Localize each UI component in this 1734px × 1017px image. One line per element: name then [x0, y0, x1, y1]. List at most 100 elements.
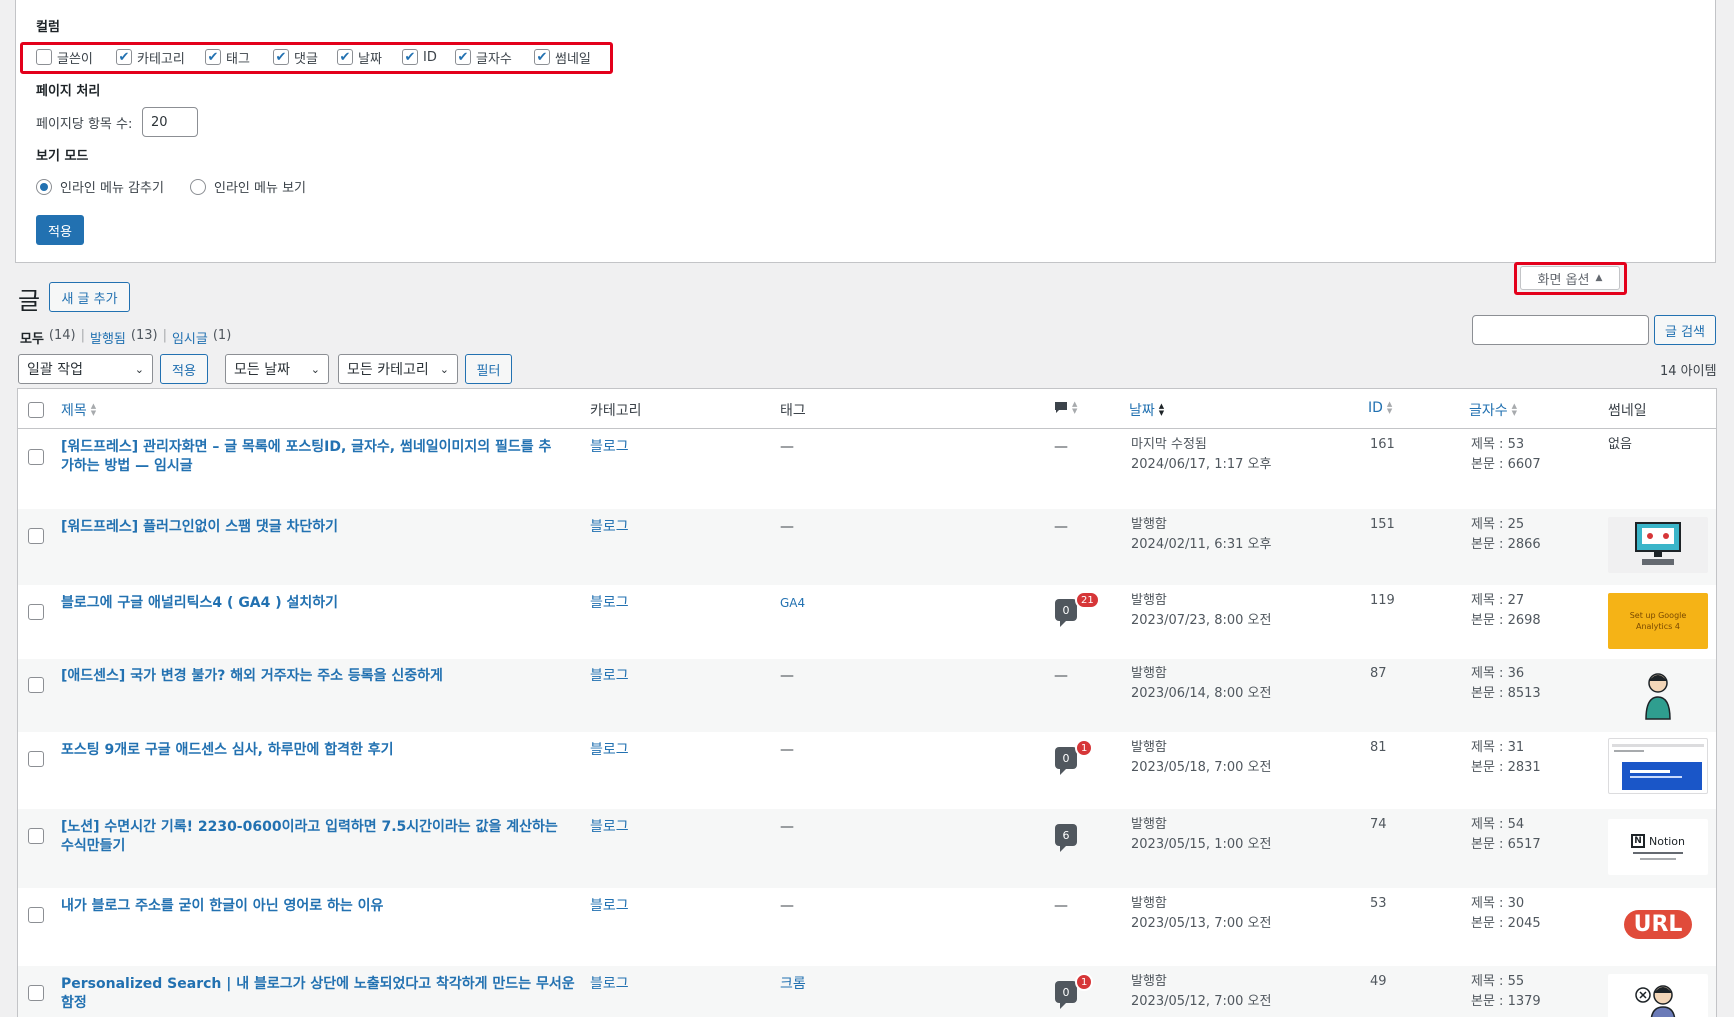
search-posts-button[interactable]: 글 검색	[1654, 315, 1716, 345]
checkbox-char-count[interactable]: ✔	[455, 49, 471, 65]
column-option-id[interactable]: ✔ ID	[402, 47, 437, 67]
column-option-author[interactable]: 글쓴이	[36, 47, 93, 67]
checkbox-category[interactable]: ✔	[116, 49, 132, 65]
column-option-date[interactable]: ✔ 날짜	[337, 47, 382, 67]
post-category[interactable]: 블로그	[590, 975, 629, 994]
column-option-tags[interactable]: ✔ 태그	[205, 47, 250, 67]
post-tags: —	[780, 819, 794, 835]
post-tags[interactable]: GA4	[780, 594, 805, 613]
column-header-title[interactable]: 제목 ▲ ▼	[61, 400, 96, 420]
add-new-post-button[interactable]: 새 글 추가	[49, 282, 130, 312]
row-checkbox[interactable]	[28, 907, 44, 923]
column-option-thumbnail[interactable]: ✔ 썸네일	[534, 47, 591, 67]
row-checkbox[interactable]	[28, 528, 44, 544]
post-category[interactable]: 블로그	[590, 818, 629, 837]
post-char-count: 제목 : 53 본문 : 6607	[1471, 437, 1541, 472]
post-id: 53	[1370, 896, 1387, 911]
category-filter-select[interactable]: 모든 카테고리 ⌄	[338, 354, 458, 384]
column-option-char-count[interactable]: ✔ 글자수	[455, 47, 512, 67]
checkbox-date[interactable]: ✔	[337, 49, 353, 65]
comment-count-bubble[interactable]: 6	[1055, 824, 1077, 852]
post-tags: —	[780, 519, 794, 535]
post-category[interactable]: 블로그	[590, 741, 629, 760]
column-header-char-count[interactable]: 글자수 ▲ ▼	[1469, 400, 1517, 420]
post-title[interactable]: Personalized Search | 내 블로그가 상단에 노출되었다고 …	[61, 975, 591, 1013]
post-thumbnail[interactable]: URL	[1608, 896, 1708, 952]
post-tags: —	[780, 898, 794, 914]
column-header-category: 카테고리	[590, 403, 642, 419]
post-title[interactable]: 블로그에 구글 애널리틱스4 ( GA4 ) 설치하기	[61, 594, 591, 613]
checkbox-tags[interactable]: ✔	[205, 49, 221, 65]
page-title: 글	[18, 287, 41, 315]
column-option-comments[interactable]: ✔ 댓글	[273, 47, 318, 67]
bulk-apply-button[interactable]: 적용	[160, 354, 208, 384]
checkbox-comments[interactable]: ✔	[273, 49, 289, 65]
post-category[interactable]: 블로그	[590, 667, 629, 686]
post-category[interactable]: 블로그	[590, 594, 629, 613]
post-tags[interactable]: 크롬	[780, 975, 806, 994]
filter-draft[interactable]: 임시글	[172, 328, 208, 347]
comment-count-bubble[interactable]: 0	[1055, 599, 1077, 627]
date-filter-select[interactable]: 모든 날짜 ⌄	[225, 354, 329, 384]
column-header-id[interactable]: ID ▲ ▼	[1368, 400, 1392, 416]
chevron-down-icon: ⌄	[439, 362, 449, 376]
post-thumbnail[interactable]: Set up Google Analytics 4	[1608, 593, 1708, 649]
post-title[interactable]: 포스팅 9개로 구글 애드센스 심사, 하루만에 합격한 후기	[61, 741, 591, 760]
post-thumbnail-none: 없음	[1608, 437, 1632, 452]
post-title[interactable]: [애드센스] 국가 변경 불가? 해외 거주자는 주소 등록을 신중하게	[61, 667, 591, 686]
radio-show-inline[interactable]	[190, 178, 206, 195]
comment-count-bubble[interactable]: 0	[1055, 747, 1077, 775]
screen-options-toggle[interactable]: 화면 옵션 ▲	[1520, 266, 1620, 290]
post-status-filters: 모두 (14) | 발행됨 (13) | 임시글 (1)	[20, 328, 232, 347]
post-category[interactable]: 블로그	[590, 438, 629, 457]
row-checkbox[interactable]	[28, 604, 44, 620]
notion-logo: N Notion	[1630, 834, 1685, 848]
checkbox-id[interactable]: ✔	[402, 49, 418, 65]
post-title[interactable]: [워드프레스] 플러그인없이 스팸 댓글 차단하기	[61, 518, 591, 537]
post-category[interactable]: 블로그	[590, 518, 629, 537]
post-thumbnail[interactable]	[1608, 517, 1708, 573]
checkbox-thumbnail[interactable]: ✔	[534, 49, 550, 65]
post-title[interactable]: [워드프레스] 관리자화면 – 글 목록에 포스팅ID, 글자수, 썸네일이미지…	[61, 438, 591, 476]
notion-icon: N	[1630, 834, 1645, 848]
radio-hide-inline[interactable]	[36, 178, 52, 195]
per-page-input[interactable]: 20	[142, 107, 198, 137]
post-char-count: 제목 : 54 본문 : 6517	[1471, 817, 1541, 852]
column-header-comments[interactable]: ▲ ▼	[1054, 401, 1077, 415]
row-checkbox[interactable]	[28, 751, 44, 767]
filter-button[interactable]: 필터	[465, 354, 512, 384]
column-header-date[interactable]: 날짜 ▲ ▼	[1129, 400, 1164, 420]
screen-options-panel	[15, 0, 1716, 263]
post-thumbnail[interactable]: N Notion	[1608, 819, 1708, 875]
checkbox-author[interactable]	[36, 49, 52, 65]
pagination-legend: 페이지 처리	[36, 84, 101, 99]
comment-count-bubble[interactable]: 0	[1055, 981, 1077, 1009]
post-thumbnail[interactable]	[1608, 738, 1708, 794]
bulk-action-select[interactable]: 일괄 작업 ⌄	[18, 354, 153, 384]
post-thumbnail[interactable]	[1608, 667, 1708, 723]
row-checkbox[interactable]	[28, 985, 44, 1001]
view-mode-legend: 보기 모드	[36, 149, 89, 164]
post-char-count: 제목 : 36 본문 : 8513	[1471, 666, 1541, 701]
post-title[interactable]: 내가 블로그 주소를 굳이 한글이 아닌 영어로 하는 이유	[61, 897, 591, 916]
post-date: 마지막 수정됨 2024/06/17, 1:17 오후	[1131, 437, 1272, 472]
filter-all[interactable]: 모두	[20, 328, 44, 347]
row-checkbox[interactable]	[28, 677, 44, 693]
post-thumbnail[interactable]	[1608, 974, 1708, 1017]
row-checkbox[interactable]	[28, 828, 44, 844]
filter-published[interactable]: 발행됨	[90, 328, 126, 347]
post-category[interactable]: 블로그	[590, 897, 629, 916]
pending-comments-badge[interactable]: 1	[1075, 739, 1094, 757]
view-mode-hide-inline[interactable]: 인라인 메뉴 감추기	[36, 177, 164, 196]
select-all-checkbox[interactable]	[28, 402, 44, 418]
row-checkbox[interactable]	[28, 449, 44, 465]
column-option-category[interactable]: ✔ 카테고리	[116, 47, 185, 67]
post-search-input[interactable]	[1472, 315, 1649, 345]
sort-icon: ▲ ▼	[90, 402, 97, 417]
screen-options-apply-button[interactable]: 적용	[36, 215, 84, 245]
view-mode-show-inline[interactable]: 인라인 메뉴 보기	[190, 177, 306, 196]
post-title[interactable]: [노션] 수면시간 기록! 2230-0600이라고 입력하면 7.5시간이라는…	[61, 818, 591, 856]
pending-comments-badge[interactable]: 1	[1075, 973, 1094, 991]
pending-comments-badge[interactable]: 21	[1075, 591, 1100, 609]
monitor-illustration-icon	[1635, 522, 1681, 565]
